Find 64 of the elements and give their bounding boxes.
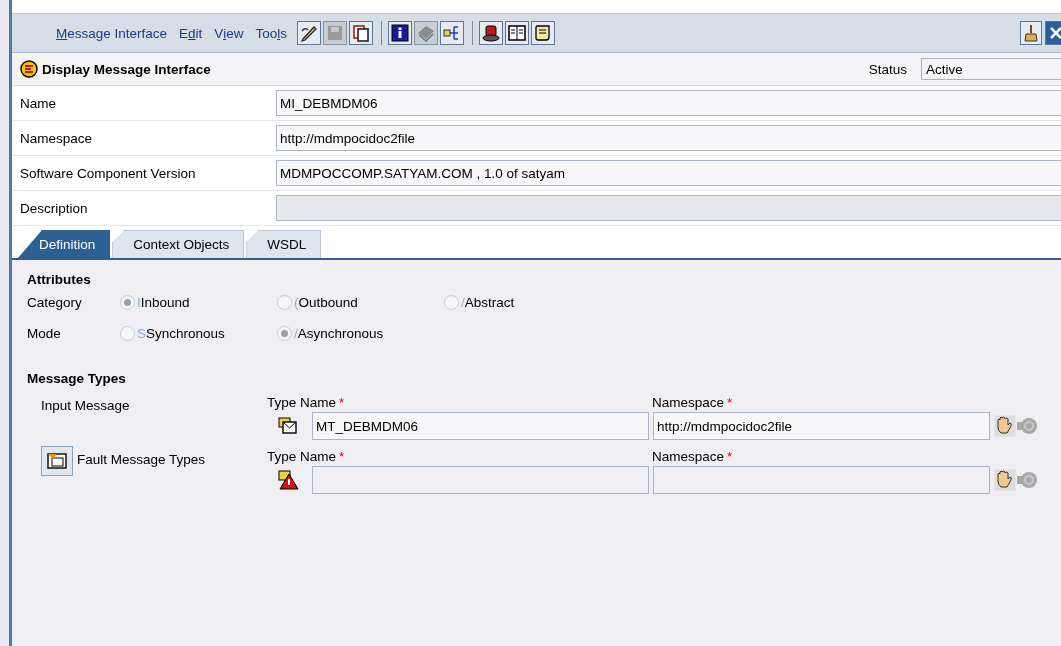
required-mark: * (727, 448, 733, 464)
hand-icon[interactable] (994, 415, 1016, 437)
close-icon (1049, 26, 1061, 40)
close-button[interactable] (1045, 21, 1061, 45)
field-label: Category (27, 295, 83, 310)
menu-item[interactable]: Edit (173, 23, 209, 43)
menu-item[interactable]: Message Interface (50, 23, 174, 43)
message-icon (277, 416, 299, 436)
toolbar-button[interactable] (478, 21, 503, 45)
hand-icon[interactable] (994, 469, 1016, 491)
radio-button[interactable] (120, 326, 135, 341)
expand-button[interactable] (41, 446, 73, 476)
status-field: Active (921, 58, 1061, 80)
field-label: Name (19, 95, 57, 111)
interface-icon (20, 60, 38, 78)
field-label: Input Message (41, 398, 130, 413)
toolbar-button[interactable] (296, 21, 321, 45)
input-field[interactable] (653, 466, 990, 494)
input-field[interactable]: http://mdmpocidoc2file (276, 125, 1061, 151)
broom-button[interactable] (1020, 21, 1042, 45)
hat-icon (480, 23, 501, 43)
fault-message-icon (277, 469, 299, 491)
radio-label: /Asynchronous (294, 326, 384, 341)
info-icon (389, 23, 410, 43)
field-label: Fault Message Types (77, 452, 206, 467)
input-field[interactable]: MI_DEBMDM06 (276, 90, 1061, 116)
required-mark: * (339, 448, 345, 464)
broom-icon (1023, 24, 1039, 42)
tab[interactable]: WSDL (246, 230, 322, 258)
radio-label: /Abstract (461, 295, 515, 310)
folder-icon (46, 451, 68, 471)
section-title: Attributes (27, 272, 92, 287)
radio-button[interactable] (120, 295, 135, 310)
radio-label: SSynchronous (137, 326, 225, 341)
column-header: Type Name (267, 394, 337, 410)
field-label: Description (19, 200, 89, 216)
column-header: Namespace (652, 394, 725, 410)
radio-button[interactable] (277, 295, 292, 310)
status-label: Status (868, 61, 907, 77)
copy-icon (350, 23, 371, 43)
toolbar-button[interactable] (348, 21, 373, 45)
field-label: Namespace (19, 130, 94, 146)
input-field[interactable]: http://mdmpocidoc2file (653, 412, 990, 440)
menu-item[interactable]: View (208, 23, 250, 43)
window-title: Display Message Interface (42, 61, 211, 77)
radio-button[interactable] (444, 295, 459, 310)
field-label: Software Component Version (19, 165, 197, 181)
radio-button[interactable] (277, 326, 292, 341)
field-label: Mode (27, 326, 62, 341)
input-field[interactable]: MT_DEBMDM06 (312, 412, 649, 440)
column-header: Namespace (652, 448, 725, 464)
tab[interactable]: Definition (18, 230, 111, 258)
toolbar-button[interactable] (387, 21, 412, 45)
column-header: Type Name (267, 448, 337, 464)
section-title: Message Types (27, 371, 127, 386)
menu-item[interactable]: Tools (249, 23, 293, 43)
required-mark: * (727, 394, 733, 410)
input-field[interactable]: MDMPOCCOMP.SATYAM.COM , 1.0 of satyam (276, 160, 1061, 186)
required-mark: * (339, 394, 345, 410)
tab[interactable]: Context Objects (112, 230, 245, 258)
radio-label: IInbound (137, 295, 190, 310)
input-field[interactable] (276, 195, 1061, 221)
radio-label: (Outbound (294, 295, 358, 310)
input-field[interactable] (312, 466, 649, 494)
